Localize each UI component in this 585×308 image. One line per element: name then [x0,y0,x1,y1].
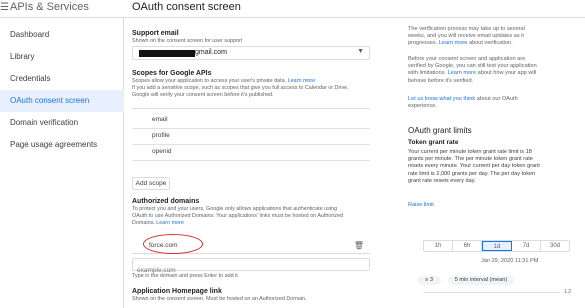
scope-name: email [152,116,168,123]
consent-form: Support email Shown on the consent scree… [125,18,395,308]
testing-text-3: with limitations. [408,70,446,77]
info-panel: The verification process may take up to … [398,18,585,308]
sidebar-item-dashboard[interactable]: Dashboard [0,24,124,46]
grant-text-1: Your current per minute token grant rate… [408,149,532,155]
domains-help-text-3: Domains. [132,220,155,226]
verification-learn-more-link[interactable]: Learn more [439,40,468,46]
redacted-email [139,50,195,57]
token-grant-rate-heading: Token grant rate [408,139,459,146]
sidebar-item-page-usage-agreements[interactable]: Page usage agreements [0,134,124,156]
scope-row: email [132,113,370,129]
scopes-learn-more-link[interactable]: Learn more [288,78,316,84]
range-6h[interactable]: 6h [453,241,482,251]
chart-timestamp: Jan 29, 2020 11:31 PM [481,258,539,264]
scopes-help: Scopes allow your application to access … [132,78,382,99]
filter-chip[interactable]: ≡ 3 [417,276,441,285]
range-1h[interactable]: 1h [424,241,453,251]
scope-row: profile [132,129,370,145]
domains-help-text-1: To protect you and your users, Google on… [132,206,337,212]
testing-text-2: verified by Google, you can still test y… [408,63,537,70]
support-email-label: Support email [132,30,179,37]
range-1d[interactable]: 1d [482,241,512,251]
verification-text-1: The verification process may take up to … [408,26,525,32]
authorized-domains-label: Authorized domains [132,198,200,205]
axis-tick: 1.2 [564,289,571,295]
filter-count: 3 [429,277,433,283]
sidebar-item-oauth-consent-screen[interactable]: OAuth consent screen [0,90,124,112]
testing-learn-more-link[interactable]: Learn more [448,70,477,76]
chart-gridline [423,292,560,293]
annotation-circle [143,234,203,254]
scope-name: openid [152,148,172,155]
scopes-help-text-3: Google will verify your consent screen b… [132,92,274,98]
authorized-domains-help: To protect you and your users, Google on… [132,206,382,227]
sidebar: Dashboard Library Credentials OAuth cons… [0,18,124,308]
time-range-selector: 1h 6h 1d 7d 30d [423,240,570,252]
scopes-table: email profile openid [132,108,370,175]
range-7d[interactable]: 7d [512,241,541,251]
sidebar-item-domain-verification[interactable]: Domain verification [0,112,124,134]
range-30d[interactable]: 30d [541,241,569,251]
support-email-help: Shown on the consent screen for user sup… [132,38,243,44]
verification-text-3: progresses. [408,40,438,47]
verification-info: The verification process may take up to … [408,26,568,48]
scopes-label: Scopes for Google APIs [132,70,212,77]
scopes-help-text-1: Scopes allow your application to access … [132,78,287,84]
support-email-select[interactable]: gmail.com ▼ [132,46,370,60]
delete-icon[interactable]: 🗑 [354,241,364,250]
interval-chip[interactable]: 5 min interval (mean) [448,276,514,285]
grant-text-5: grant rate resets every day. [408,177,476,184]
filter-icon: ≡ [425,277,429,283]
grant-text-2: grants per minute. The per minute token … [408,156,533,163]
sidebar-item-library[interactable]: Library [0,46,124,68]
domains-help-text-2: OAuth to use Authorized Domains. Your ap… [132,213,344,219]
sidebar-item-credentials[interactable]: Credentials [0,68,124,90]
section-title: APIs & Services [10,1,89,13]
homepage-link-help: Shown on the consent screen. Must be hos… [132,296,307,302]
grant-text-4: rate limit is 2,000 grants per day. The … [408,170,536,177]
verification-text-2: weeks, and you will receive email update… [408,33,524,40]
scope-row: openid [132,145,370,161]
testing-info: Before your consent screen and applicati… [408,56,568,85]
support-email-value: gmail.com [195,49,227,56]
domain-input-field[interactable] [132,258,370,276]
scope-name: profile [152,132,170,139]
grant-text-3: resets every minute. Your current per da… [408,163,540,170]
grant-rate-info: Your current per minute token grant rate… [408,149,568,185]
feedback-text-1: about our OAuth [476,96,518,102]
scopes-help-text-2: If you add a sensitive scope, such as sc… [132,85,349,91]
domain-input-help: Type in the domain and press Enter to ad… [132,273,238,279]
verification-text-4: about verification. [468,40,513,47]
feedback-info: Let us know what you think about our OAu… [408,96,568,110]
homepage-link-label: Application Homepage link [132,288,222,295]
add-scope-button[interactable]: Add scope [132,177,170,190]
testing-text-1: Before your consent screen and applicati… [408,56,526,62]
page-title: OAuth consent screen [132,1,241,13]
domains-learn-more-link[interactable]: Learn more [156,220,184,226]
feedback-link[interactable]: Let us know what you think [408,96,475,102]
testing-text-5: behave before it's verified. [408,77,474,84]
testing-text-4: about how your app will [477,70,537,77]
raise-limit-link[interactable]: Raise limit [408,202,434,209]
grant-limits-heading: OAuth grant limits [408,126,472,135]
api-icon: ☰ [0,2,9,13]
feedback-text-2: experience. [408,103,437,110]
top-bar: ☰ APIs & Services OAuth consent screen [0,0,585,18]
chevron-down-icon: ▼ [357,48,364,55]
